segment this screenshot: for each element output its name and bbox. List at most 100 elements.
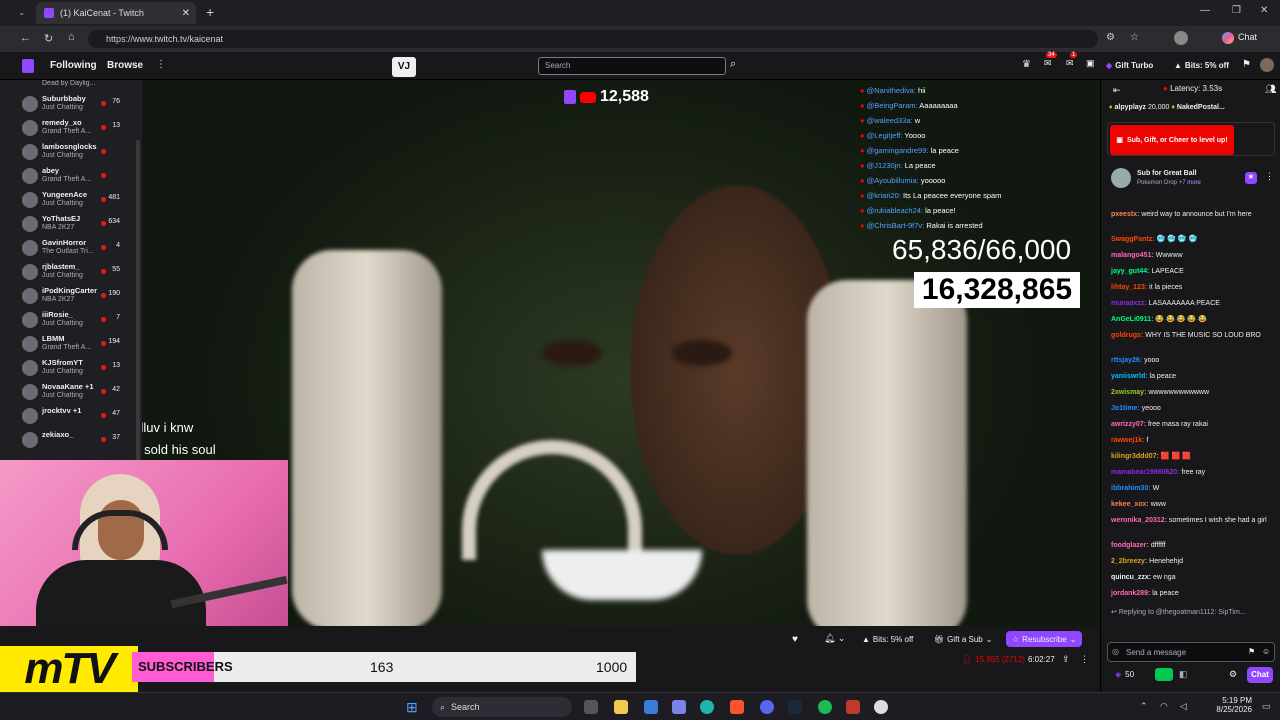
- tray-chevron-icon[interactable]: ⌃: [1140, 701, 1148, 712]
- app-icon-red[interactable]: [846, 700, 860, 714]
- twitch-logo-icon[interactable]: [22, 59, 34, 73]
- volume-icon[interactable]: ◁: [1180, 701, 1187, 712]
- activity-icon[interactable]: ▣: [1086, 58, 1095, 69]
- chat-username[interactable]: yaniiswrld:: [1111, 373, 1148, 380]
- steam-icon[interactable]: [788, 700, 802, 714]
- chat-message[interactable]: weronika_20312: sometimes I wish she had…: [1111, 516, 1271, 526]
- emote-picker-icon[interactable]: ☺: [1262, 647, 1270, 656]
- chat-username[interactable]: rawwej1k:: [1111, 437, 1144, 444]
- teams-icon[interactable]: [672, 700, 686, 714]
- chat-message[interactable]: goldrugs: WHY IS THE MUSIC SO LOUD BRO: [1111, 331, 1271, 341]
- clock[interactable]: 5:19 PM 8/25/2026: [1212, 696, 1252, 714]
- nav-following[interactable]: Following: [50, 60, 97, 71]
- notification-center-icon[interactable]: ▭: [1262, 701, 1271, 712]
- chat-username[interactable]: quincu_zzx:: [1111, 574, 1151, 581]
- chat-username[interactable]: munaaxzz:: [1111, 300, 1147, 307]
- notification-bell-icon[interactable]: 🔔︎ ⌄: [824, 633, 845, 644]
- search-input[interactable]: Search: [538, 57, 726, 75]
- more-icon[interactable]: ⋮: [156, 59, 166, 70]
- chat-username[interactable]: malango451:: [1111, 252, 1154, 259]
- bits-input-icon[interactable]: ⚑: [1248, 647, 1255, 656]
- sidebar-channel[interactable]: rjblastem_ Just Chatting 55: [0, 260, 142, 284]
- gift-sub-button[interactable]: 🎁︎ Gift a Sub ⌄: [934, 635, 992, 644]
- sidebar-channel[interactable]: YungeenAce Just Chatting 481: [0, 188, 142, 212]
- notifications-icon[interactable]: ✉: [1044, 58, 1052, 69]
- sidebar-channel[interactable]: NovaaKane +1 Just Chatting 42: [0, 380, 142, 404]
- store-icon[interactable]: [644, 700, 658, 714]
- sidebar-channel[interactable]: zekiaxo_ 37: [0, 428, 142, 452]
- chat-message[interactable]: quincu_zzx: ew nga: [1111, 573, 1271, 583]
- close-window-icon[interactable]: ✕: [1260, 5, 1268, 16]
- vj-logo-icon[interactable]: VJ: [392, 57, 416, 77]
- chat-message[interactable]: rawwej1k: f: [1111, 436, 1271, 446]
- new-tab-icon[interactable]: +: [206, 4, 214, 20]
- chat-message[interactable]: munaaxzz: LASAAAAAAA PEACE: [1111, 299, 1271, 309]
- chat-message[interactable]: lihtay_123: it la pieces: [1111, 283, 1271, 293]
- chat-username[interactable]: jayy_gut44:: [1111, 268, 1150, 275]
- chat-message[interactable]: yaniiswrld: la peace: [1111, 372, 1271, 382]
- bits-button[interactable]: ▲ Bits: 5% off: [1174, 61, 1229, 70]
- home-icon[interactable]: ⌂: [68, 31, 75, 43]
- taskbar-search[interactable]: ⌕ Search: [432, 697, 572, 717]
- chat-username[interactable]: weronika_20312:: [1111, 517, 1167, 524]
- sidebar-channel[interactable]: remedy_xo Grand Theft A... 13: [0, 116, 142, 140]
- prime-icon[interactable]: ⚑: [1242, 59, 1251, 70]
- whispers-icon[interactable]: ✉: [1066, 58, 1074, 69]
- chat-message[interactable]: malango451: Wwwww: [1111, 251, 1271, 261]
- chat-badge-icon[interactable]: ◧: [1179, 669, 1188, 680]
- more-link[interactable]: +7 more: [1179, 180, 1201, 186]
- minimize-icon[interactable]: —: [1200, 5, 1210, 16]
- card-more-icon[interactable]: ⋮: [1265, 171, 1274, 182]
- sidebar-channel[interactable]: KJSfromYT Just Chatting 13: [0, 356, 142, 380]
- spotify-icon[interactable]: [818, 700, 832, 714]
- chat-username[interactable]: lihtay_123:: [1111, 284, 1147, 291]
- close-tab-icon[interactable]: ✕: [182, 8, 190, 19]
- maximize-icon[interactable]: ❐: [1232, 5, 1241, 16]
- chat-username[interactable]: rttsjay26:: [1111, 357, 1142, 364]
- chat-message[interactable]: foodglazer: dffffff: [1111, 541, 1271, 551]
- chat-send-button[interactable]: Chat: [1247, 667, 1273, 683]
- sidebar-channel[interactable]: YoThatsEJ NBA 2K27 634: [0, 212, 142, 236]
- url-field[interactable]: https://www.twitch.tv/kaicenat: [88, 30, 1098, 48]
- chat-message[interactable]: awrizzy07: free masa ray rakai: [1111, 420, 1271, 430]
- chat-message[interactable]: pxeestx: weird way to announce but I'm h…: [1111, 210, 1271, 220]
- resubscribe-button[interactable]: ☆ Resubscribe ⌄: [1006, 631, 1083, 647]
- chat-settings-icon[interactable]: ⚙: [1229, 669, 1237, 680]
- reload-icon[interactable]: ↻: [44, 32, 53, 45]
- player-bits-button[interactable]: ▲ Bits: 5% off: [862, 635, 913, 644]
- chat-username[interactable]: Jo1time:: [1111, 405, 1140, 412]
- chat-message[interactable]: ibbrahim30: W: [1111, 484, 1271, 494]
- chat-username[interactable]: AnGeLi0911:: [1111, 316, 1153, 323]
- chat-message[interactable]: rttsjay26: yooo: [1111, 356, 1271, 366]
- favorites-icon[interactable]: ☆: [1130, 32, 1139, 43]
- nav-browse[interactable]: Browse: [107, 60, 143, 71]
- chat-username[interactable]: kilingr3ddd07:: [1111, 453, 1159, 460]
- chat-message[interactable]: kilingr3ddd07: 🟥 🟥 🟥: [1111, 452, 1271, 462]
- sidebar-channel[interactable]: lambosnglocks Just Chatting: [0, 140, 142, 164]
- gift-turbo-button[interactable]: ◆ Gift Turbo: [1106, 61, 1153, 70]
- sidebar-channel[interactable]: LBMM Grand Theft A... 194: [0, 332, 142, 356]
- sidebar-channel[interactable]: Suburbbaby Just Chatting 76: [0, 92, 142, 116]
- profile-avatar[interactable]: [1174, 31, 1188, 45]
- task-view-icon[interactable]: [584, 700, 598, 714]
- file-explorer-icon[interactable]: [614, 700, 628, 714]
- bonus-points-button[interactable]: [1155, 668, 1173, 681]
- edge-icon[interactable]: [700, 700, 714, 714]
- chat-message[interactable]: jayy_gut44: LAPEACE: [1111, 267, 1271, 277]
- brave-icon[interactable]: [730, 700, 744, 714]
- chat-username[interactable]: pxeestx:: [1111, 211, 1139, 218]
- send-message-input[interactable]: ◎ Send a message ⚑ ☺: [1107, 642, 1275, 662]
- back-icon[interactable]: ←: [20, 32, 31, 44]
- chat-username[interactable]: kekee_xox:: [1111, 501, 1149, 508]
- app-icon-white[interactable]: [874, 700, 888, 714]
- chat-message[interactable]: jordank289: la peace: [1111, 589, 1271, 599]
- chat-username[interactable]: goldrugs:: [1111, 332, 1143, 339]
- chat-username[interactable]: jordank289:: [1111, 590, 1150, 597]
- crown-icon[interactable]: ♛: [1022, 59, 1031, 70]
- more-options-icon[interactable]: ⋮: [1080, 654, 1089, 665]
- chat-message[interactable]: 2xwismay: wwwwwwwwwwww: [1111, 388, 1271, 398]
- share-icon[interactable]: ⇪: [1062, 654, 1070, 665]
- tab-list-icon[interactable]: ⌄: [18, 7, 26, 18]
- chat-username[interactable]: awrizzy07:: [1111, 421, 1146, 428]
- chat-username[interactable]: SwaggPantz:: [1111, 236, 1155, 243]
